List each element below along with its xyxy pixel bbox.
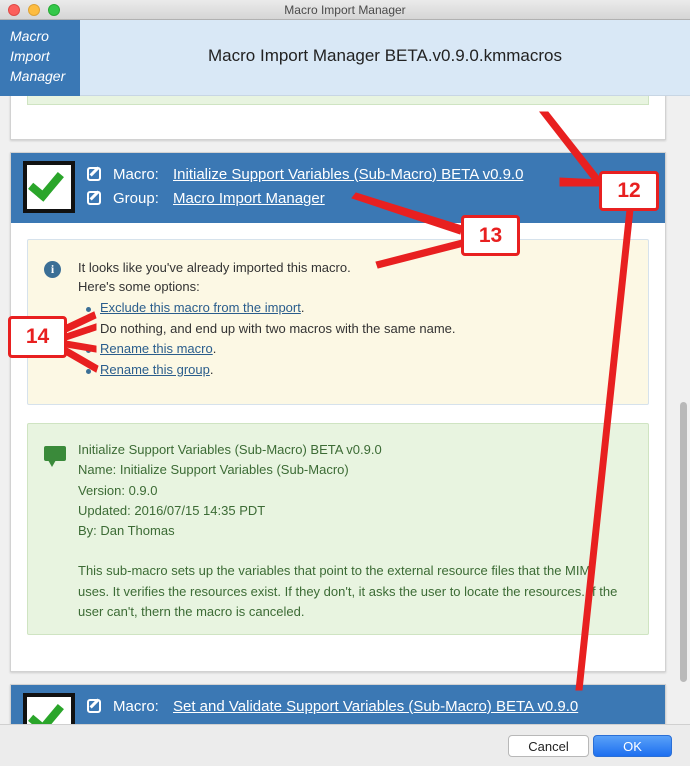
group-label: Group:: [113, 189, 159, 207]
scrollbar-thumb[interactable]: [680, 402, 687, 682]
window-title: Macro Import Manager: [284, 3, 406, 17]
rename-group-link[interactable]: Rename this group: [100, 362, 210, 377]
description-version: Version: 0.9.0: [78, 482, 158, 498]
title-bar: Macro Import Manager: [0, 0, 690, 20]
edit-icon[interactable]: [87, 191, 101, 205]
option-exclude: Exclude this macro from the import.: [86, 300, 456, 321]
macro-card-header: Macro: Initialize Support Variables (Sub…: [11, 153, 665, 223]
next-macro-card-header: Macro: Set and Validate Support Variable…: [11, 685, 665, 724]
description-text: Initialize Support Variables (Sub-Macro)…: [78, 440, 623, 622]
edit-icon[interactable]: [87, 167, 101, 181]
edit-icon[interactable]: [87, 699, 101, 713]
comment-icon: [44, 446, 66, 467]
macro-list-scroll-area[interactable]: Macro: Initialize Support Variables (Sub…: [0, 96, 690, 724]
group-row: Group: Macro Import Manager: [87, 187, 325, 209]
next-macro-row: Macro: Set and Validate Support Variable…: [87, 695, 578, 717]
previous-macro-card: [10, 96, 666, 140]
macro-row: Macro: Initialize Support Variables (Sub…: [87, 163, 523, 185]
option-rename-macro: Rename this macro.: [86, 341, 456, 362]
group-name-link[interactable]: Macro Import Manager: [173, 190, 325, 207]
warning-text: It looks like you've already imported th…: [78, 260, 351, 294]
checkmark-icon: [28, 164, 64, 202]
exclude-macro-link[interactable]: Exclude this macro from the import: [100, 300, 301, 315]
annotation-callout-12: 12: [599, 171, 659, 211]
next-macro-card: Macro: Set and Validate Support Variable…: [10, 684, 666, 724]
macro-label: Macro:: [113, 165, 159, 183]
info-icon: i: [44, 261, 61, 278]
rename-macro-link[interactable]: Rename this macro: [100, 341, 213, 356]
dialog-footer: Cancel OK: [0, 724, 690, 766]
macro-label: Macro:: [113, 697, 159, 715]
next-macro-name-link[interactable]: Set and Validate Support Variables (Sub-…: [173, 698, 578, 715]
cancel-button[interactable]: Cancel: [508, 735, 589, 757]
description-updated: Updated: 2016/07/15 14:35 PDT: [78, 502, 266, 518]
macro-name-link[interactable]: Initialize Support Variables (Sub-Macro)…: [173, 166, 523, 183]
vertical-scrollbar[interactable]: [678, 96, 690, 724]
options-list: Exclude this macro from the import. Do n…: [86, 300, 456, 383]
header-banner: Macro Import Manager Macro Import Manage…: [0, 20, 690, 96]
previous-description-box: [27, 96, 649, 105]
include-macro-checkbox[interactable]: [23, 161, 75, 213]
macro-description-box: Initialize Support Variables (Sub-Macro)…: [27, 423, 649, 635]
include-macro-checkbox[interactable]: [23, 693, 75, 724]
option-rename-group: Rename this group.: [86, 362, 456, 383]
page-title: Macro Import Manager BETA.v0.9.0.kmmacro…: [208, 46, 562, 65]
description-name: Name: Initialize Support Variables (Sub-…: [78, 462, 349, 478]
annotation-callout-13: 13: [461, 215, 520, 256]
description-title: Initialize Support Variables (Sub-Macro)…: [78, 442, 382, 457]
app-logo: Macro Import Manager: [0, 20, 80, 96]
annotation-callout-14: 14: [8, 316, 67, 358]
ok-button[interactable]: OK: [593, 735, 672, 757]
duplicate-warning-box: i It looks like you've already imported …: [27, 239, 649, 405]
description-author: By: Dan Thomas: [78, 523, 175, 539]
option-do-nothing: Do nothing, and end up with two macros w…: [86, 321, 456, 342]
checkmark-icon: [28, 696, 64, 724]
mim-window: Macro Import Manager Macro Import Manage…: [0, 0, 690, 766]
macro-card: Macro: Initialize Support Variables (Sub…: [10, 152, 666, 672]
description-body: This sub-macro sets up the variables tha…: [78, 563, 618, 620]
